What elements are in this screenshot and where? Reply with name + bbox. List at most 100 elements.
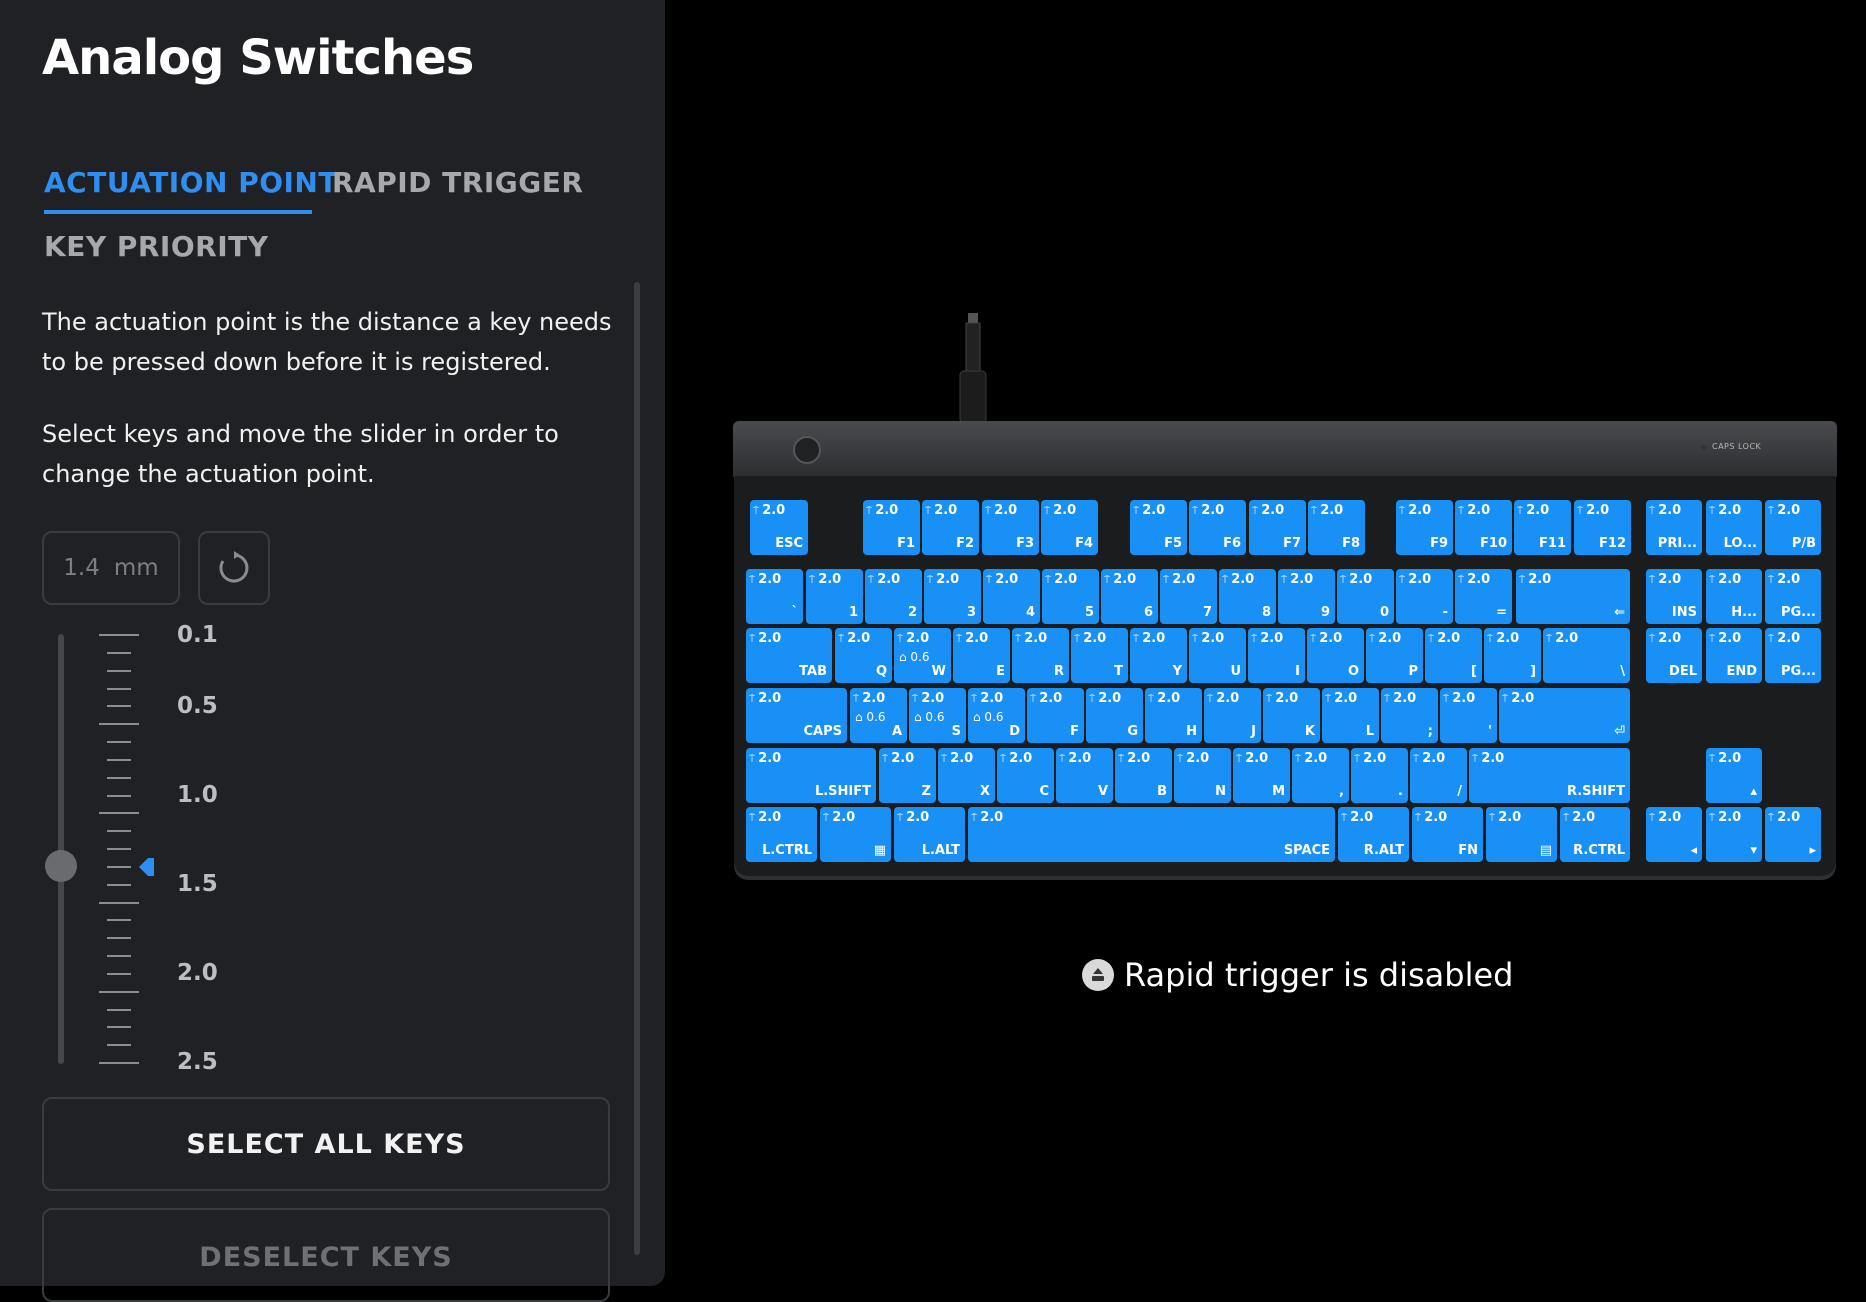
actuation-slider-track[interactable] xyxy=(58,634,64,1064)
key-▤[interactable]: 2.0 ▤ xyxy=(1486,807,1557,862)
key-R.SHIFT[interactable]: 2.0 R.SHIFT xyxy=(1469,748,1630,803)
key-5[interactable]: 2.05 xyxy=(1042,569,1099,624)
key-4[interactable]: 2.04 xyxy=(983,569,1040,624)
key-1[interactable]: 2.01 xyxy=(806,569,863,624)
key-K[interactable]: 2.0 K xyxy=(1263,688,1320,743)
key-H[interactable]: 2.0 H xyxy=(1145,688,1202,743)
deselect-keys-button[interactable]: DESELECT KEYS xyxy=(42,1208,610,1302)
key-T[interactable]: 2.0 T xyxy=(1071,628,1128,683)
key-;[interactable]: 2.0; xyxy=(1381,688,1438,743)
key-▦[interactable]: 2.0 ▦ xyxy=(820,807,891,862)
key-DEL[interactable]: 2.0 DEL xyxy=(1646,628,1702,683)
key-◂[interactable]: 2.0 ◂ xyxy=(1646,807,1702,862)
key-PG...[interactable]: 2.0 PG... xyxy=(1765,569,1821,624)
key-F[interactable]: 2.0 F xyxy=(1027,688,1084,743)
key-J[interactable]: 2.0 J xyxy=(1204,688,1261,743)
select-all-keys-button[interactable]: SELECT ALL KEYS xyxy=(42,1097,610,1191)
tab-actuation-point[interactable]: ACTUATION POINT xyxy=(44,166,338,199)
key-LO...[interactable]: 2.0 LO... xyxy=(1706,500,1762,555)
key-F3[interactable]: 2.0 F3 xyxy=(982,500,1039,555)
key-label: \ xyxy=(1620,664,1625,679)
key-FN[interactable]: 2.0 FN xyxy=(1412,807,1483,862)
key-/[interactable]: 2.0 / xyxy=(1410,748,1467,803)
key-L[interactable]: 2.0 L xyxy=(1322,688,1379,743)
key-R[interactable]: 2.0 R xyxy=(1012,628,1069,683)
key-Q[interactable]: 2.0 Q xyxy=(835,628,892,683)
key-`[interactable]: 2.0 ` xyxy=(746,569,803,624)
key-[[interactable]: 2.0 [ xyxy=(1425,628,1482,683)
key-C[interactable]: 2.0 C xyxy=(997,748,1054,803)
key-F9[interactable]: 2.0 F9 xyxy=(1396,500,1453,555)
key-⏎[interactable]: 2.0 ⏎ xyxy=(1499,688,1630,743)
key-Y[interactable]: 2.0 Y xyxy=(1130,628,1187,683)
key-F12[interactable]: 2.0 F12 xyxy=(1574,500,1631,555)
key-W[interactable]: 2.0 ⌂ 0.6W xyxy=(894,628,951,683)
key-F5[interactable]: 2.0 F5 xyxy=(1130,500,1187,555)
key-END[interactable]: 2.0 END xyxy=(1706,628,1762,683)
key-F1[interactable]: 2.0 F1 xyxy=(863,500,920,555)
tab-rapid-trigger[interactable]: RAPID TRIGGER xyxy=(332,166,583,199)
key-0[interactable]: 2.00 xyxy=(1337,569,1394,624)
key-F6[interactable]: 2.0 F6 xyxy=(1189,500,1246,555)
key-=[interactable]: 2.0 = xyxy=(1455,569,1512,624)
key-P/B[interactable]: 2.0 P/B xyxy=(1765,500,1821,555)
key-ESC[interactable]: 2.0 ESC xyxy=(750,500,808,555)
key-7[interactable]: 2.07 xyxy=(1160,569,1217,624)
key-F8[interactable]: 2.0 F8 xyxy=(1308,500,1365,555)
key-INS[interactable]: 2.0 INS xyxy=(1646,569,1702,624)
key-O[interactable]: 2.0 O xyxy=(1307,628,1364,683)
key-V[interactable]: 2.0 V xyxy=(1056,748,1113,803)
actuation-value-input[interactable]: 1.4 mm xyxy=(42,531,180,605)
key-PRI...[interactable]: 2.0 PRI... xyxy=(1646,500,1702,555)
key-TAB[interactable]: 2.0 TAB xyxy=(746,628,832,683)
key-F10[interactable]: 2.0 F10 xyxy=(1455,500,1512,555)
key-'[interactable]: 2.0 ' xyxy=(1440,688,1497,743)
key-.[interactable]: 2.0. xyxy=(1351,748,1408,803)
key-E[interactable]: 2.0 E xyxy=(953,628,1010,683)
key-S[interactable]: 2.0 ⌂ 0.6 S xyxy=(909,688,966,743)
reset-button[interactable] xyxy=(198,531,270,605)
key-I[interactable]: 2.0 I xyxy=(1248,628,1305,683)
key-actuation-value: 2.0 xyxy=(971,810,1003,825)
key-L.SHIFT[interactable]: 2.0 L.SHIFT xyxy=(746,748,876,803)
key-PG...[interactable]: 2.0 PG... xyxy=(1765,628,1821,683)
key-▸[interactable]: 2.0 ▸ xyxy=(1765,807,1821,862)
key-6[interactable]: 2.06 xyxy=(1101,569,1158,624)
key-CAPS[interactable]: 2.0 CAPS xyxy=(746,688,847,743)
panel-scrollbar[interactable] xyxy=(634,282,640,1255)
key-▴[interactable]: 2.0 ▴ xyxy=(1706,748,1762,803)
key--[interactable]: 2.0 - xyxy=(1396,569,1453,624)
key-⇐[interactable]: 2.0 ⇐ xyxy=(1516,569,1630,624)
key-Z[interactable]: 2.0 Z xyxy=(879,748,936,803)
key-L.ALT[interactable]: 2.0 L.ALT xyxy=(894,807,965,862)
key-M[interactable]: 2.0 M xyxy=(1233,748,1290,803)
key-8[interactable]: 2.08 xyxy=(1219,569,1276,624)
key-G[interactable]: 2.0 G xyxy=(1086,688,1143,743)
key-▾[interactable]: 2.0 ▾ xyxy=(1706,807,1762,862)
key-\[interactable]: 2.0 \ xyxy=(1543,628,1630,683)
key-B[interactable]: 2.0 B xyxy=(1115,748,1172,803)
key-X[interactable]: 2.0 X xyxy=(938,748,995,803)
key-F11[interactable]: 2.0 F11 xyxy=(1514,500,1571,555)
key-3[interactable]: 2.03 xyxy=(924,569,981,624)
key-9[interactable]: 2.09 xyxy=(1278,569,1335,624)
tab-key-priority[interactable]: KEY PRIORITY xyxy=(44,230,269,263)
key-R.CTRL[interactable]: 2.0 R.CTRL xyxy=(1560,807,1630,862)
key-][interactable]: 2.0] xyxy=(1484,628,1541,683)
key-L.CTRL[interactable]: 2.0 L.CTRL xyxy=(746,807,817,862)
key-F2[interactable]: 2.0 F2 xyxy=(922,500,979,555)
key-F7[interactable]: 2.0 F7 xyxy=(1249,500,1306,555)
key-actuation-value: 2.0 xyxy=(1489,810,1521,825)
key-SPACE[interactable]: 2.0 SPACE xyxy=(968,807,1335,862)
key-2[interactable]: 2.02 xyxy=(865,569,922,624)
key-H...[interactable]: 2.0 H... xyxy=(1706,569,1762,624)
key-F4[interactable]: 2.0 F4 xyxy=(1041,500,1098,555)
key-A[interactable]: 2.0 ⌂ 0.6 A xyxy=(850,688,907,743)
actuation-slider-thumb[interactable] xyxy=(45,850,77,882)
key-,[interactable]: 2.0, xyxy=(1292,748,1349,803)
key-P[interactable]: 2.0 P xyxy=(1366,628,1423,683)
key-R.ALT[interactable]: 2.0 R.ALT xyxy=(1338,807,1409,862)
key-D[interactable]: 2.0 ⌂ 0.6 D xyxy=(968,688,1025,743)
key-U[interactable]: 2.0 U xyxy=(1189,628,1246,683)
key-N[interactable]: 2.0 N xyxy=(1174,748,1231,803)
